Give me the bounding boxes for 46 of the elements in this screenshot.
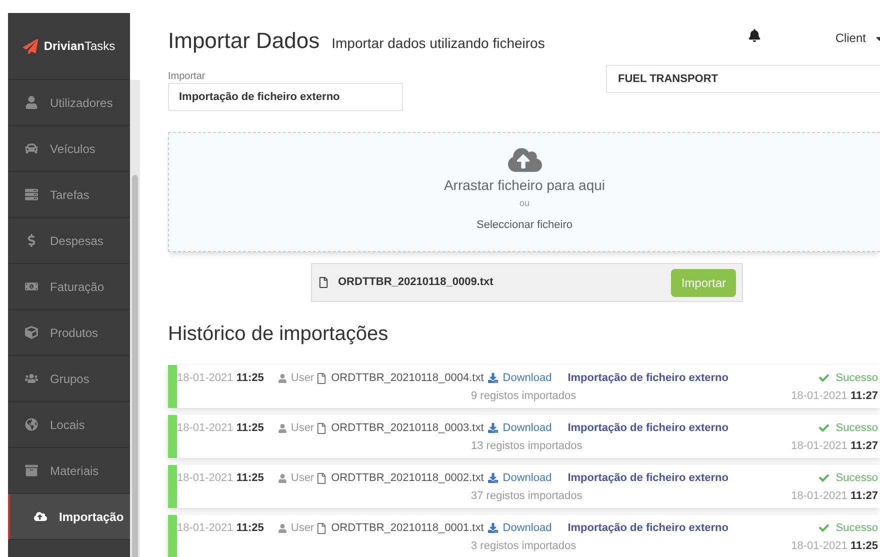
field-label: Importar — [168, 71, 206, 83]
start-time: 18-01-2021 11:25 — [177, 421, 264, 435]
status-text: Sucesso — [836, 371, 878, 385]
end-time: 18-01-2021 11:27 — [791, 489, 878, 503]
import-type-field[interactable]: Importação de ficheiro externo — [168, 83, 403, 111]
end-time: 18-01-2021 11:27 — [791, 439, 878, 453]
dropzone-text: Arrastar ficheiro para aqui — [444, 177, 606, 193]
end-time: 18-01-2021 11:25 — [791, 539, 878, 553]
end-time: 18-01-2021 11:27 — [791, 389, 878, 403]
import-type: Importação de ficheiro externo — [568, 421, 728, 435]
start-time: 18-01-2021 11:25 — [177, 371, 264, 385]
download-link[interactable]: Download — [502, 421, 552, 435]
import-type: Importação de ficheiro externo — [568, 471, 728, 485]
import-type: Importação de ficheiro externo — [568, 521, 728, 535]
records-count: 9 registos importados — [471, 389, 576, 403]
download-link[interactable]: Download — [502, 521, 552, 535]
sidebar-item[interactable]: Importação — [8, 494, 130, 540]
download-link[interactable]: Download — [502, 371, 552, 385]
file-name: ORDTTBR_20210118_0001.txt — [331, 521, 484, 535]
file-name: ORDTTBR_20210118_0009.txt — [338, 275, 494, 290]
start-time: 18-01-2021 11:25 — [177, 471, 264, 485]
company-field[interactable]: FUEL TRANSPORT — [606, 65, 880, 93]
status-text: Sucesso — [836, 471, 878, 485]
section-heading: Histórico de importações — [168, 322, 390, 346]
records-count: 37 registos importados — [471, 489, 582, 503]
file-name: ORDTTBR_20210118_0003.txt — [331, 421, 484, 435]
file-name: ORDTTBR_20210118_0004.txt — [331, 371, 484, 385]
user-menu[interactable]: Client — [835, 29, 880, 47]
page-subtitle: Importar dados utilizando ficheiros — [332, 36, 545, 50]
select-file-link[interactable]: Seleccionar ficheiro — [476, 216, 572, 233]
page-title: Importar Dados — [168, 30, 320, 52]
import-type: Importação de ficheiro externo — [568, 371, 728, 385]
brand-name: DrivianTasks — [44, 38, 116, 55]
or-text: ou — [519, 197, 530, 210]
user-name: User — [290, 471, 314, 485]
file-name: ORDTTBR_20210118_0002.txt — [331, 471, 484, 485]
dropzone[interactable]: Arrastar ficheiro para aqui ou Seleccionar ficheiro — [168, 132, 880, 252]
start-time: 18-01-2021 11:25 — [177, 521, 264, 535]
records-count: 3 registos importados — [471, 539, 576, 553]
download-link[interactable]: Download — [502, 471, 552, 485]
user-name: User — [290, 421, 314, 435]
status-text: Sucesso — [836, 421, 878, 435]
records-count: 13 registos importados — [471, 439, 582, 453]
user-name: User — [290, 371, 314, 385]
status-text: Sucesso — [836, 521, 878, 535]
user-name: User — [290, 521, 314, 535]
